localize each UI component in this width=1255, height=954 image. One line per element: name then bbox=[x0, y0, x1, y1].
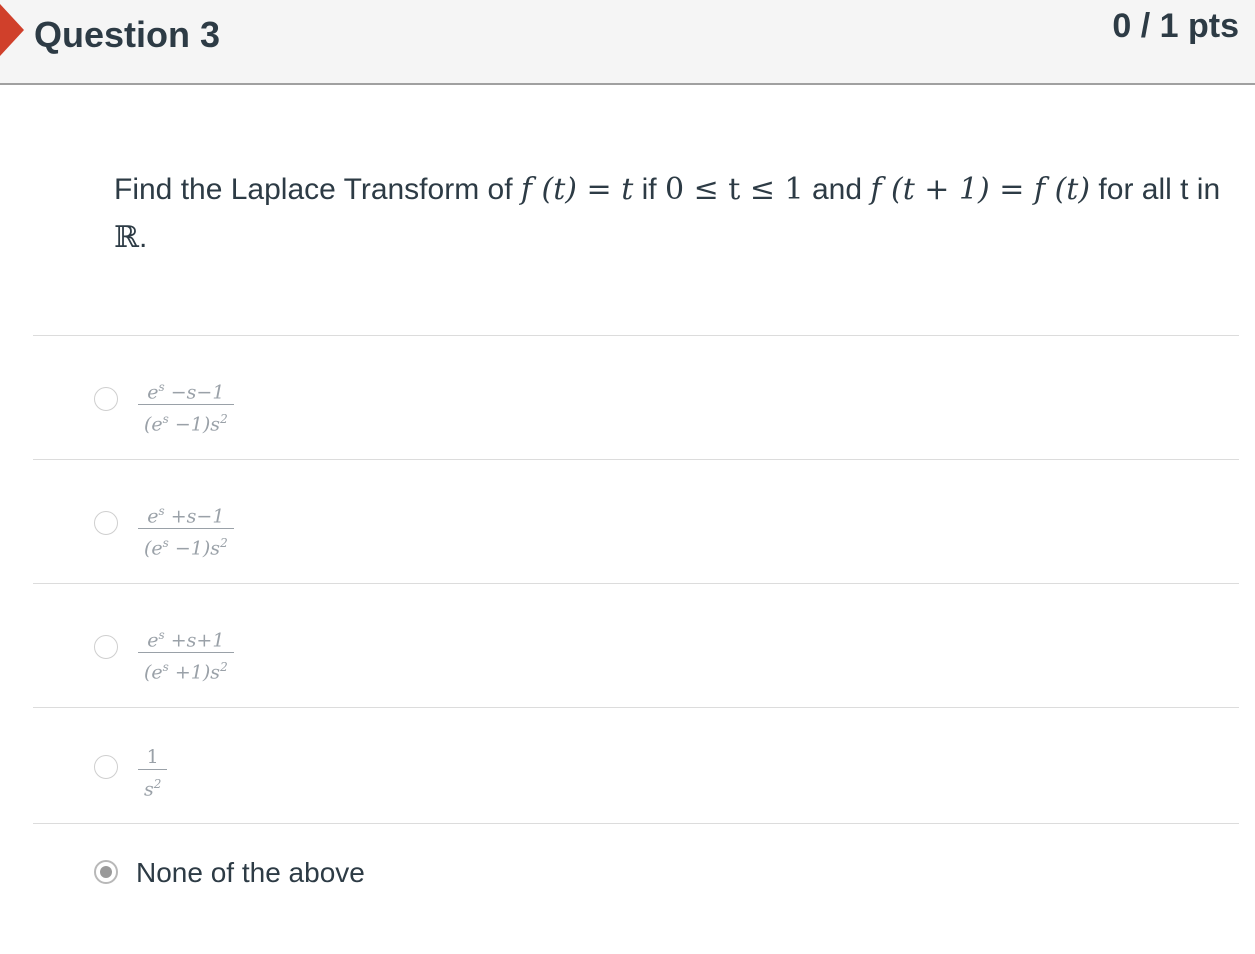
math-expression: f (t) = t bbox=[520, 172, 634, 207]
answer-option-1[interactable]: es −s−1 (es −1)s2 bbox=[138, 375, 234, 439]
question-text-part: . bbox=[138, 221, 148, 254]
fraction-denominator: (es −1)s2 bbox=[144, 412, 228, 436]
fraction-numerator: es +s−1 bbox=[147, 504, 225, 528]
math-expression: ℝ bbox=[114, 220, 139, 255]
answer-radio-5[interactable] bbox=[94, 860, 118, 884]
question-marker-icon bbox=[0, 4, 24, 56]
math-expression: 0 ≤ t ≤ 1 bbox=[664, 172, 804, 207]
question-text: Find the Laplace Transform of f (t) = t … bbox=[114, 166, 1234, 262]
fraction-denominator: (es +1)s2 bbox=[144, 660, 228, 684]
fraction-numerator: es +s+1 bbox=[147, 628, 225, 652]
question-text-part: Find the Laplace Transform of bbox=[114, 173, 513, 206]
answer-divider bbox=[33, 583, 1239, 584]
question-text-part: if bbox=[641, 173, 657, 206]
answer-divider bbox=[33, 335, 1239, 336]
answer-divider bbox=[33, 459, 1239, 460]
answer-divider bbox=[33, 707, 1239, 708]
answer-option-3[interactable]: es +s+1 (es +1)s2 bbox=[138, 623, 234, 687]
answer-option-2[interactable]: es +s−1 (es −1)s2 bbox=[138, 499, 234, 563]
fraction-numerator: 1 bbox=[146, 746, 159, 768]
math-expression: f (t + 1) = f (t) bbox=[870, 172, 1091, 207]
answer-radio-2[interactable] bbox=[94, 511, 118, 535]
answer-option-5[interactable]: None of the above bbox=[136, 857, 365, 889]
answer-radio-3[interactable] bbox=[94, 635, 118, 659]
answer-option-4[interactable]: 1 s2 bbox=[138, 745, 168, 803]
question-text-part: and bbox=[811, 173, 863, 206]
question-text-part: for all t in bbox=[1098, 173, 1221, 206]
fraction-denominator: s2 bbox=[144, 777, 162, 801]
fraction-numerator: es −s−1 bbox=[147, 380, 225, 404]
answer-radio-1[interactable] bbox=[94, 387, 118, 411]
question-points: 0 / 1 pts bbox=[1112, 7, 1239, 45]
answer-radio-4[interactable] bbox=[94, 755, 118, 779]
fraction-denominator: (es −1)s2 bbox=[144, 536, 228, 560]
question-title: Question 3 bbox=[34, 14, 221, 55]
question-header: Question 3 0 / 1 pts bbox=[0, 0, 1255, 85]
answer-divider bbox=[33, 823, 1239, 824]
